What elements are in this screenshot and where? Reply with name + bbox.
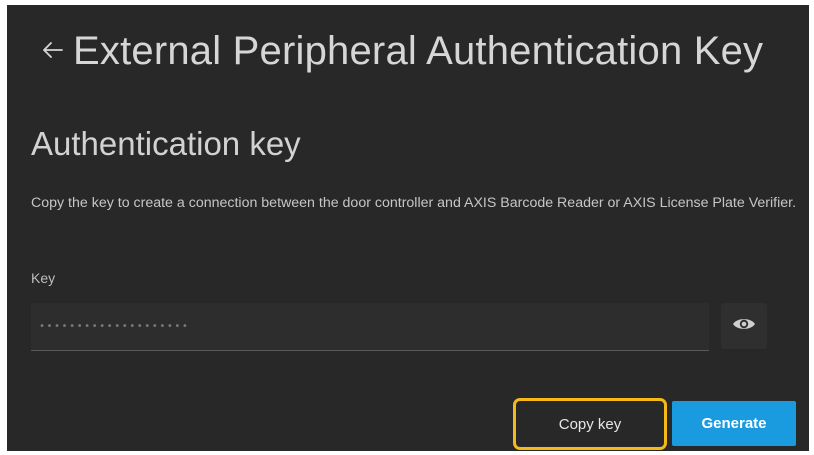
page-title: External Peripheral Authentication Key (73, 29, 764, 73)
generate-button[interactable]: Generate (672, 401, 796, 446)
copy-key-button[interactable]: Copy key (523, 404, 657, 444)
key-field-label: Key (31, 270, 56, 286)
back-arrow-icon[interactable] (37, 32, 69, 68)
toggle-key-visibility-button[interactable] (721, 303, 767, 349)
key-input[interactable] (31, 303, 709, 351)
eye-icon (732, 316, 756, 337)
section-title: Authentication key (31, 125, 301, 162)
authentication-key-panel: External Peripheral Authentication Key A… (7, 5, 809, 451)
section-description: Copy the key to create a connection betw… (31, 195, 797, 211)
page-header: External Peripheral Authentication Key (7, 5, 809, 93)
